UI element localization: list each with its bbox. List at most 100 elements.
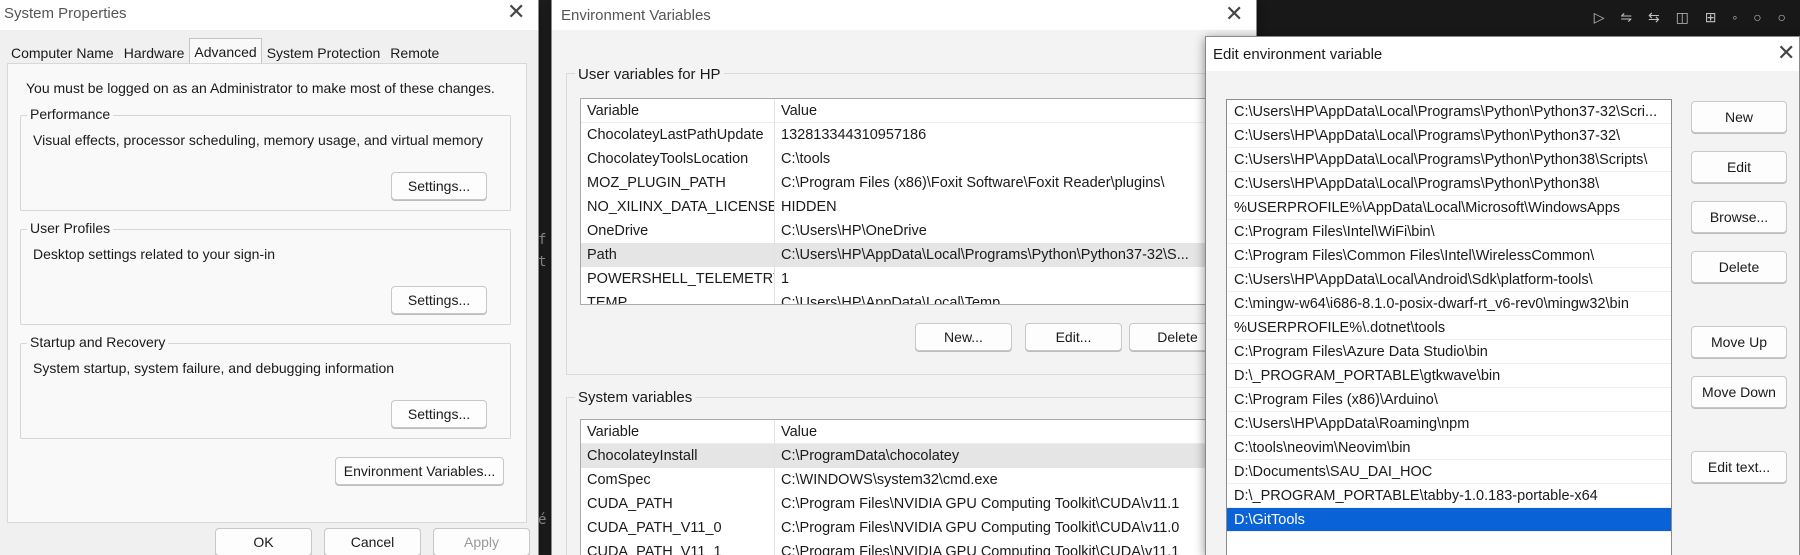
list-item[interactable]: C:\Users\HP\AppData\Local\Programs\Pytho…	[1227, 100, 1671, 124]
table-row[interactable]: MOZ_PLUGIN_PATH C:\Program Files (x86)\Fo…	[581, 171, 1259, 195]
column-header-variable[interactable]: Variable	[581, 420, 775, 443]
variable-value: 132813344310957186	[781, 127, 927, 143]
window-title: System Properties	[4, 5, 127, 22]
variable-name: CUDA_PATH_V11_1	[581, 540, 775, 555]
list-item[interactable]: D:\Documents\SAU_DAI_HOC	[1227, 460, 1671, 484]
tab-advanced[interactable]: Advanced	[189, 38, 262, 64]
table-row[interactable]: OneDrive C:\Users\HP\OneDrive	[581, 219, 1259, 243]
table-row[interactable]: CUDA_PATH_V11_0 C:\Program Files\NVIDIA G…	[581, 516, 1259, 540]
ok-button[interactable]: OK	[215, 528, 312, 555]
group-title: Startup and Recovery	[27, 334, 169, 350]
performance-settings-button[interactable]: Settings...	[391, 172, 487, 200]
close-icon[interactable]: ✕	[1777, 43, 1795, 65]
delete-button[interactable]: Delete	[1691, 251, 1787, 283]
variable-name: POWERSHELL_TELEMETRY...	[581, 267, 775, 291]
apply-button[interactable]: Apply	[433, 528, 530, 555]
close-icon[interactable]: ✕	[1225, 4, 1243, 26]
close-icon[interactable]: ✕	[507, 2, 525, 24]
column-header-value[interactable]: Value	[775, 99, 1259, 122]
group-description: System startup, system failure, and debu…	[33, 360, 395, 376]
titlebar: Environment Variables ✕	[552, 0, 1256, 30]
variable-name: CUDA_PATH_V11_0	[581, 516, 775, 540]
titlebar: System Properties ✕	[0, 0, 538, 30]
move-up-button[interactable]: Move Up	[1691, 326, 1787, 358]
user-new-button[interactable]: New...	[915, 323, 1012, 351]
startup-recovery-settings-button[interactable]: Settings...	[391, 400, 487, 428]
column-header-value[interactable]: Value	[775, 420, 1259, 443]
window-title: Edit environment variable	[1213, 46, 1383, 63]
column-header-variable[interactable]: Variable	[581, 99, 775, 122]
path-entries-list[interactable]: C:\Users\HP\AppData\Local\Programs\Pytho…	[1226, 99, 1672, 555]
edit-text-button[interactable]: Edit text...	[1691, 451, 1787, 483]
group-description: Visual effects, processor scheduling, me…	[33, 132, 484, 148]
editor-text-fragment: f	[538, 232, 547, 248]
editor-toolbar-icons[interactable]: ▷ ⇋ ⇆ ◫ ⊞ ◦ ○ ○	[1594, 9, 1792, 26]
startup-recovery-group: Startup and Recovery System startup, sys…	[20, 334, 511, 439]
move-down-button[interactable]: Move Down	[1691, 376, 1787, 408]
list-item[interactable]: D:\_PROGRAM_PORTABLE\gtkwave\bin	[1227, 364, 1671, 388]
group-title: Performance	[27, 106, 114, 122]
system-properties-window: System Properties ✕ Computer Name Hardwa…	[0, 0, 539, 555]
list-item[interactable]: C:\Users\HP\AppData\Local\Programs\Pytho…	[1227, 172, 1671, 196]
tab-hardware[interactable]: Hardware	[119, 40, 190, 64]
list-item[interactable]: C:\Users\HP\AppData\Local\Programs\Pytho…	[1227, 124, 1671, 148]
tab-system-protection[interactable]: System Protection	[262, 40, 386, 64]
editor-text-fragment: t	[538, 254, 547, 270]
list-item[interactable]: C:\Program Files\Intel\WiFi\bin\	[1227, 220, 1671, 244]
tab-computer-name[interactable]: Computer Name	[6, 40, 119, 64]
list-item[interactable]: C:\Program Files (x86)\Arduino\	[1227, 388, 1671, 412]
variable-value: C:\Program Files (x86)\Foxit Software\Fo…	[781, 175, 1165, 191]
new-button[interactable]: New	[1691, 101, 1787, 133]
list-item[interactable]: %USERPROFILE%\.dotnet\tools	[1227, 316, 1671, 340]
list-item[interactable]: C:\Users\HP\AppData\Local\Android\Sdk\pl…	[1227, 268, 1671, 292]
table-row[interactable]: CUDA_PATH_V11_1 C:\Program Files\NVIDIA G…	[581, 540, 1259, 555]
list-item[interactable]: C:\Program Files\Common Files\Intel\Wire…	[1227, 244, 1671, 268]
user-profiles-settings-button[interactable]: Settings...	[391, 286, 487, 314]
system-variables-label: System variables	[575, 389, 696, 406]
table-row[interactable]: NO_XILINX_DATA_LICENSE HIDDEN	[581, 195, 1259, 219]
variable-name: ChocolateyInstall	[581, 444, 775, 468]
list-item[interactable]: C:\Users\HP\AppData\Local\Programs\Pytho…	[1227, 148, 1671, 172]
variable-name: CUDA_PATH	[581, 492, 775, 516]
list-item-selected[interactable]: D:\GitTools	[1227, 508, 1671, 532]
table-row[interactable]: POWERSHELL_TELEMETRY... 1	[581, 267, 1259, 291]
list-item[interactable]: C:\Program Files\Azure Data Studio\bin	[1227, 340, 1671, 364]
list-header: Variable Value	[581, 99, 1259, 123]
user-variables-list[interactable]: Variable Value ChocolateyLastPathUpdate 1…	[580, 98, 1260, 305]
table-row[interactable]: ChocolateyLastPathUpdate 1328133443109571…	[581, 123, 1259, 147]
variable-value: C:\Program Files\NVIDIA GPU Computing To…	[781, 520, 1180, 536]
list-item[interactable]: C:\tools\neovim\Neovim\bin	[1227, 436, 1671, 460]
table-row-selected[interactable]: ChocolateyInstall C:\ProgramData\chocolat…	[581, 444, 1259, 468]
variable-value: HIDDEN	[781, 199, 837, 215]
browse-button[interactable]: Browse...	[1691, 201, 1787, 233]
table-row-selected[interactable]: Path C:\Users\HP\AppData\Local\Programs\P…	[581, 243, 1259, 267]
table-row[interactable]: CUDA_PATH C:\Program Files\NVIDIA GPU Com…	[581, 492, 1259, 516]
environment-variables-button[interactable]: Environment Variables...	[335, 457, 504, 485]
editor-text-fragment: é	[538, 512, 547, 528]
variable-name: MOZ_PLUGIN_PATH	[581, 171, 775, 195]
list-item[interactable]: %USERPROFILE%\AppData\Local\Microsoft\Wi…	[1227, 196, 1671, 220]
variable-value: 1	[781, 271, 790, 287]
variable-value: C:\Program Files\NVIDIA GPU Computing To…	[781, 544, 1180, 555]
group-title: User Profiles	[27, 220, 114, 236]
variable-value: C:\tools	[781, 151, 831, 167]
cancel-button[interactable]: Cancel	[324, 528, 421, 555]
list-item[interactable]: D:\_PROGRAM_PORTABLE\tabby-1.0.183-porta…	[1227, 484, 1671, 508]
system-variables-list[interactable]: Variable Value ChocolateyInstall C:\Progr…	[580, 419, 1260, 555]
editor-toolbar: ▷ ⇋ ⇆ ◫ ⊞ ◦ ○ ○	[1255, 0, 1800, 36]
table-row[interactable]: ComSpec C:\WINDOWS\system32\cmd.exe	[581, 468, 1259, 492]
table-row[interactable]: TEMP C:\Users\HP\AppData\Local\Temp	[581, 291, 1259, 304]
window-title: Environment Variables	[561, 7, 711, 24]
table-row[interactable]: ChocolateyToolsLocation C:\tools	[581, 147, 1259, 171]
list-item[interactable]: C:\Users\HP\AppData\Roaming\npm	[1227, 412, 1671, 436]
tab-remote[interactable]: Remote	[385, 40, 444, 64]
variable-name: NO_XILINX_DATA_LICENSE	[581, 195, 775, 219]
variable-value: C:\Program Files\NVIDIA GPU Computing To…	[781, 496, 1180, 512]
edit-button[interactable]: Edit	[1691, 151, 1787, 183]
list-item[interactable]: C:\mingw-w64\i686-8.1.0-posix-dwarf-rt_v…	[1227, 292, 1671, 316]
tab-strip: Computer Name Hardware Advanced System P…	[6, 38, 444, 64]
user-edit-button[interactable]: Edit...	[1025, 323, 1122, 351]
titlebar: Edit environment variable ✕	[1206, 37, 1799, 71]
group-description: Desktop settings related to your sign-in	[33, 246, 276, 262]
performance-group: Performance Visual effects, processor sc…	[20, 106, 511, 211]
